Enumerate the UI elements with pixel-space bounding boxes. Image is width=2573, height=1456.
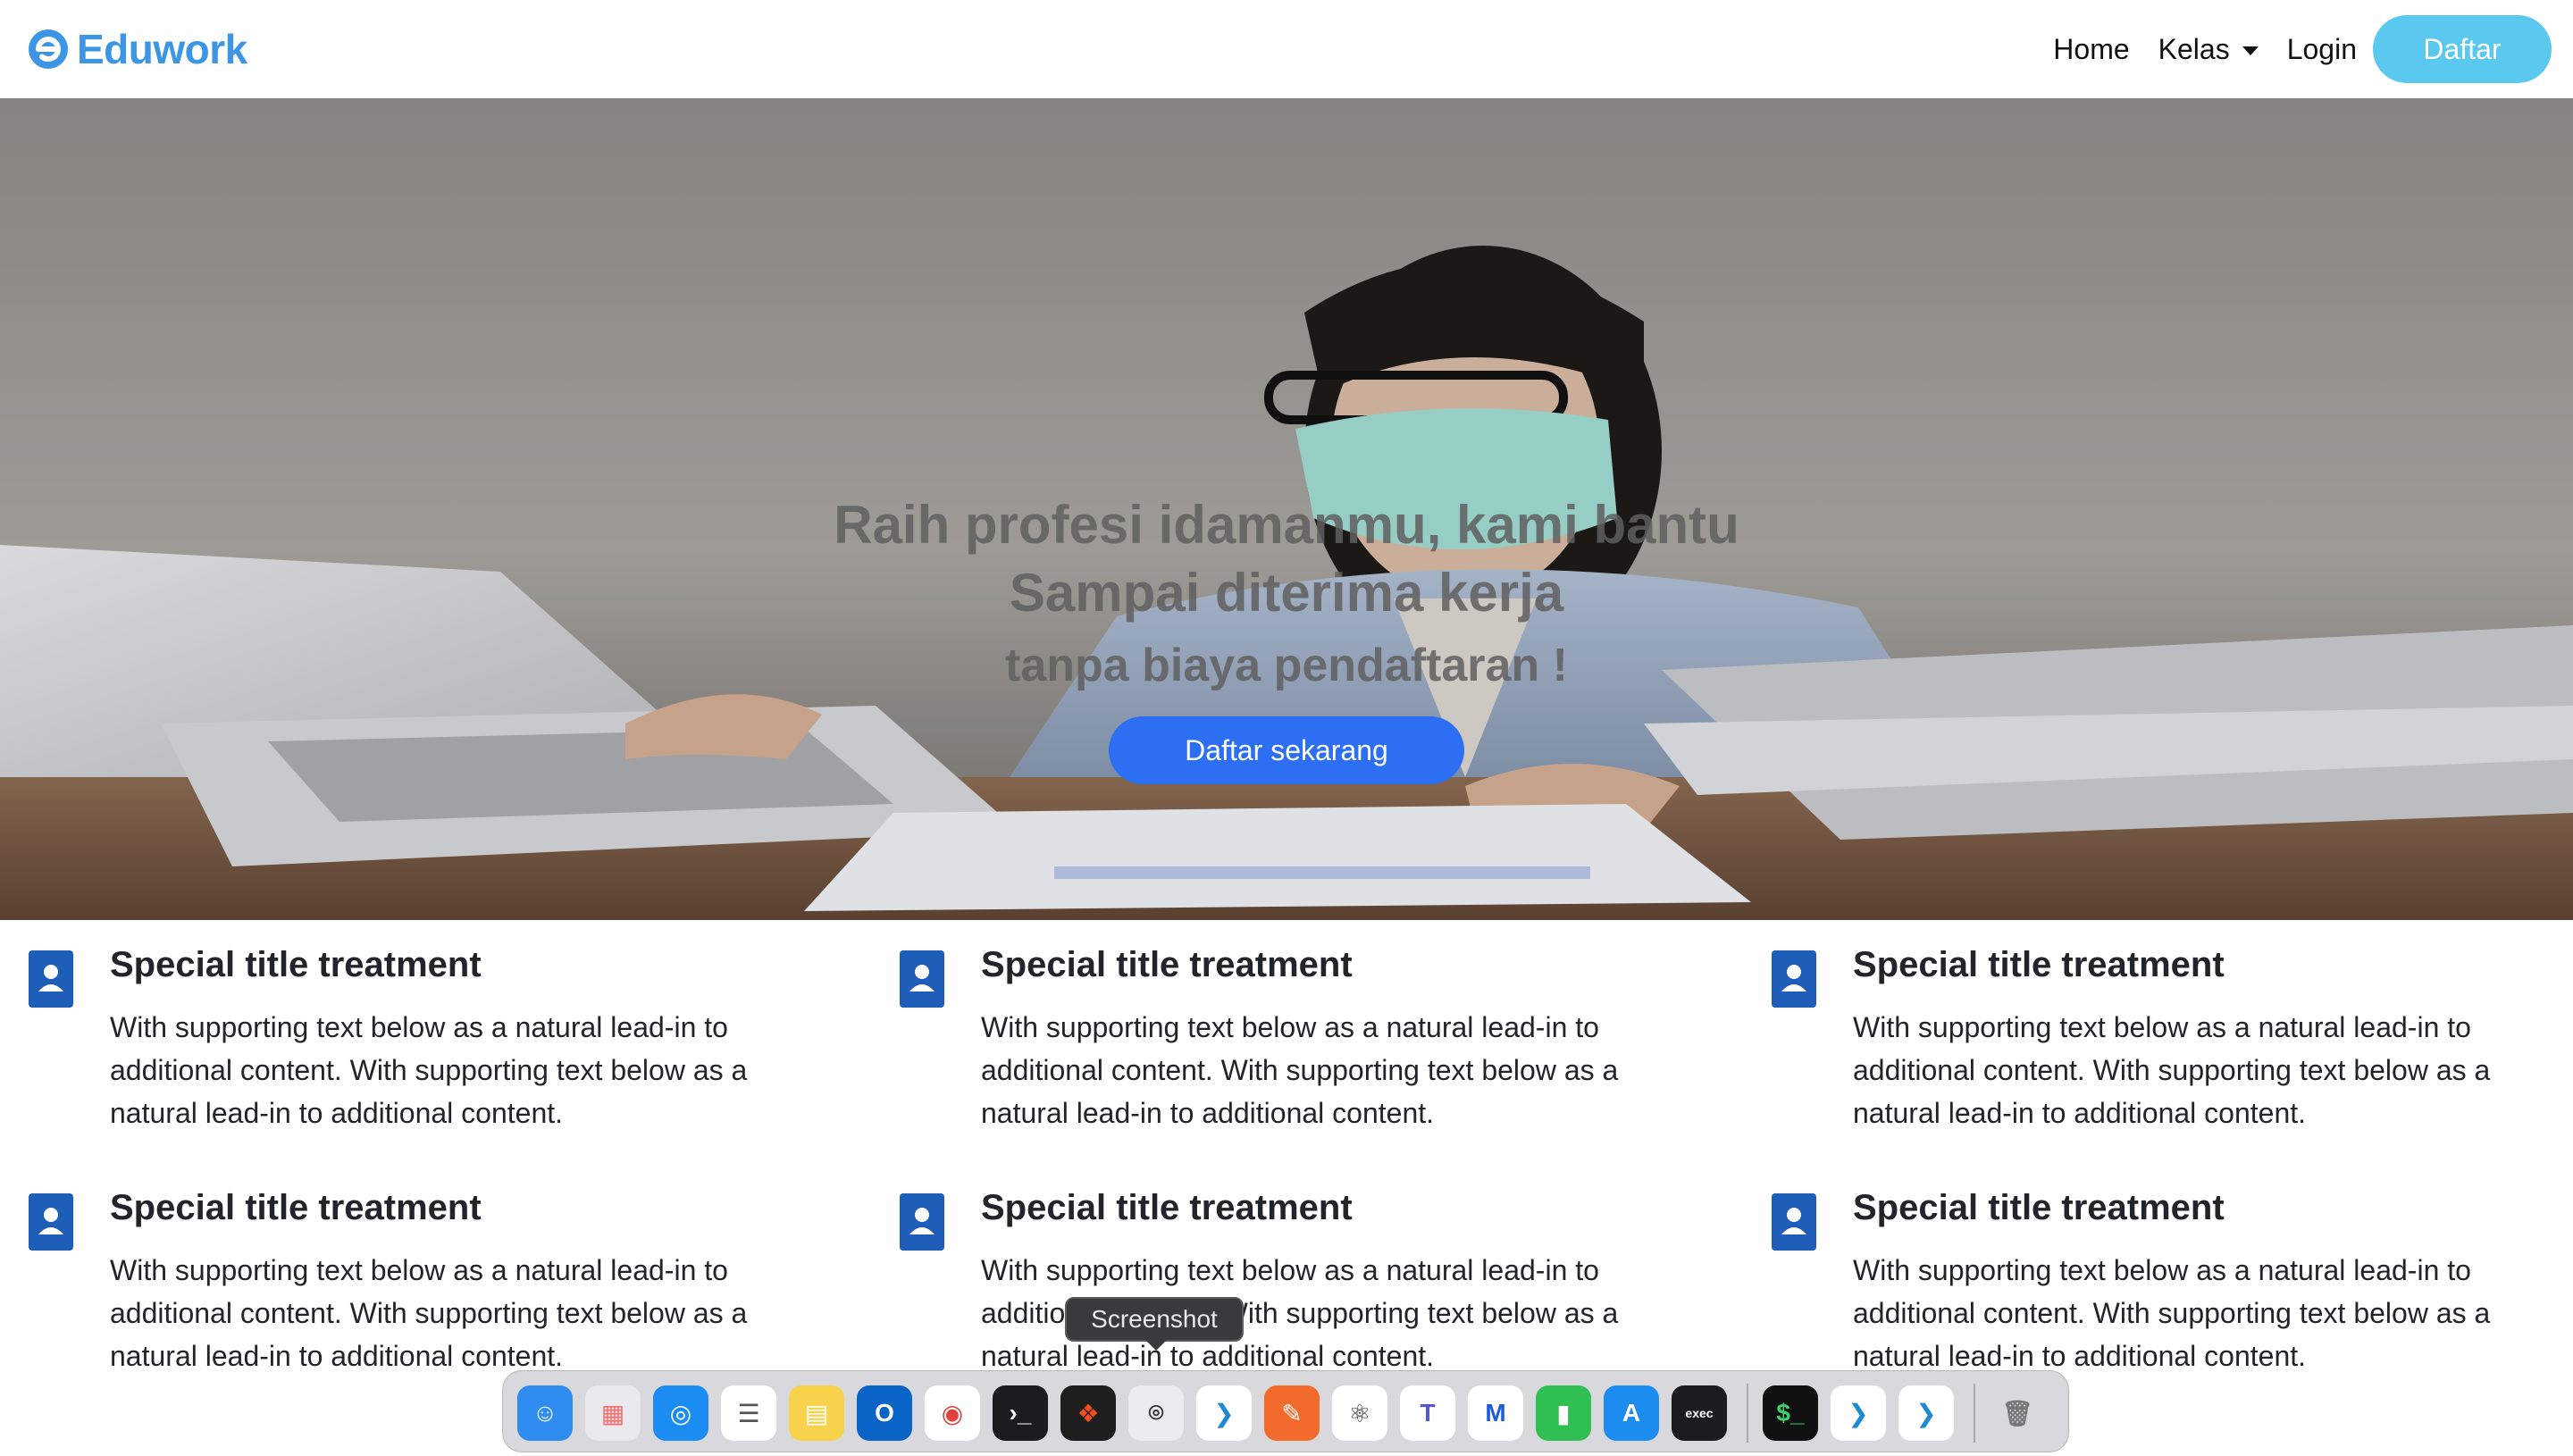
- notes-icon[interactable]: ▤: [789, 1385, 844, 1441]
- daftar-button[interactable]: Daftar: [2373, 15, 2552, 83]
- exec-icon[interactable]: exec: [1672, 1385, 1727, 1441]
- hero-subtitle: tanpa biaya pendaftaran !: [1005, 640, 1568, 691]
- rider-icon[interactable]: M: [1468, 1385, 1523, 1441]
- feature-text: With supporting text below as a natural …: [110, 1011, 748, 1129]
- main-nav: Home Kelas Login Daftar: [2053, 13, 2552, 86]
- screenshot-icon[interactable]: ⌾: [1128, 1385, 1184, 1441]
- hero-section: Raih profesi idamanmu, kami bantu Sampai…: [0, 98, 2573, 920]
- feature-title: Special title treatment: [110, 1188, 482, 1227]
- hero-title-line2: Sampai diterima kerja: [1009, 563, 1564, 623]
- outlook-icon[interactable]: O: [857, 1385, 912, 1441]
- nav-login[interactable]: Login: [2287, 33, 2357, 66]
- feature-title: Special title treatment: [981, 945, 1353, 984]
- numbers-icon[interactable]: ▮: [1536, 1385, 1591, 1441]
- feature-title: Special title treatment: [110, 945, 482, 984]
- navbar: Eduwork Home Kelas Login Daftar: [0, 0, 2573, 98]
- caret-down-icon: [2242, 46, 2259, 55]
- pencil-app-icon[interactable]: ✎: [1264, 1385, 1320, 1441]
- feature-text: With supporting text below as a natural …: [1853, 1254, 2491, 1372]
- app-store-icon[interactable]: A: [1604, 1385, 1659, 1441]
- launchpad-icon[interactable]: ▦: [585, 1385, 641, 1441]
- feature-title: Special title treatment: [1853, 945, 2225, 984]
- feature-title: Special title treatment: [1853, 1188, 2225, 1227]
- figma-icon[interactable]: ❖: [1060, 1385, 1116, 1441]
- electron-icon[interactable]: ⚛: [1332, 1385, 1387, 1441]
- feature-text: With supporting text below as a natural …: [110, 1254, 748, 1372]
- vscode-insiders-icon[interactable]: ❯: [1898, 1385, 1954, 1441]
- feature-text: With supporting text below as a natural …: [981, 1011, 1619, 1129]
- terminal-icon[interactable]: ›_: [993, 1385, 1048, 1441]
- person-badge-icon: [29, 950, 73, 1008]
- feature-text: With supporting text below as a natural …: [1853, 1011, 2491, 1129]
- hero-title-line1: Raih profesi idamanmu, kami bantu: [834, 495, 1739, 555]
- iterm-icon[interactable]: $_: [1763, 1385, 1818, 1441]
- vscode-icon-2[interactable]: ❯: [1831, 1385, 1886, 1441]
- dock-tooltip-arrow: [1145, 1340, 1167, 1351]
- chrome-icon[interactable]: ◉: [925, 1385, 980, 1441]
- person-badge-icon: [29, 1193, 73, 1251]
- teams-icon[interactable]: T: [1400, 1385, 1455, 1441]
- nav-home[interactable]: Home: [2053, 33, 2129, 66]
- daftar-sekarang-button[interactable]: Daftar sekarang: [1109, 716, 1464, 784]
- feature-title: Special title treatment: [981, 1188, 1353, 1227]
- person-badge-icon: [1772, 950, 1816, 1008]
- dock-separator: [1974, 1384, 1975, 1443]
- brand-link[interactable]: Eduwork: [27, 20, 247, 79]
- dock-tooltip: Screenshot: [1065, 1297, 1244, 1342]
- finder-icon[interactable]: ☺: [517, 1385, 573, 1441]
- person-badge-icon: [900, 1193, 944, 1251]
- trash-icon[interactable]: 🗑: [1990, 1385, 2045, 1441]
- brand-name: Eduwork: [77, 26, 247, 72]
- hero-title: Raih profesi idamanmu, kami bantu Sampai…: [0, 491, 2573, 627]
- hero-content: Raih profesi idamanmu, kami bantu Sampai…: [0, 491, 2573, 784]
- nav-kelas-label: Kelas: [2158, 32, 2230, 65]
- reminders-icon[interactable]: ☰: [721, 1385, 776, 1441]
- eduwork-logo-icon: [29, 29, 68, 69]
- safari-icon[interactable]: ◎: [653, 1385, 708, 1441]
- macos-dock: ☺ ▦ ◎ ☰ ▤ O ◉ ›_ ❖ ⌾ ❯ ✎ ⚛ T M ▮ A exec …: [502, 1370, 2069, 1452]
- vscode-icon[interactable]: ❯: [1196, 1385, 1252, 1441]
- dock-separator: [1747, 1384, 1748, 1443]
- person-badge-icon: [1772, 1193, 1816, 1251]
- person-badge-icon: [900, 950, 944, 1008]
- nav-kelas-dropdown[interactable]: Kelas: [2158, 33, 2259, 66]
